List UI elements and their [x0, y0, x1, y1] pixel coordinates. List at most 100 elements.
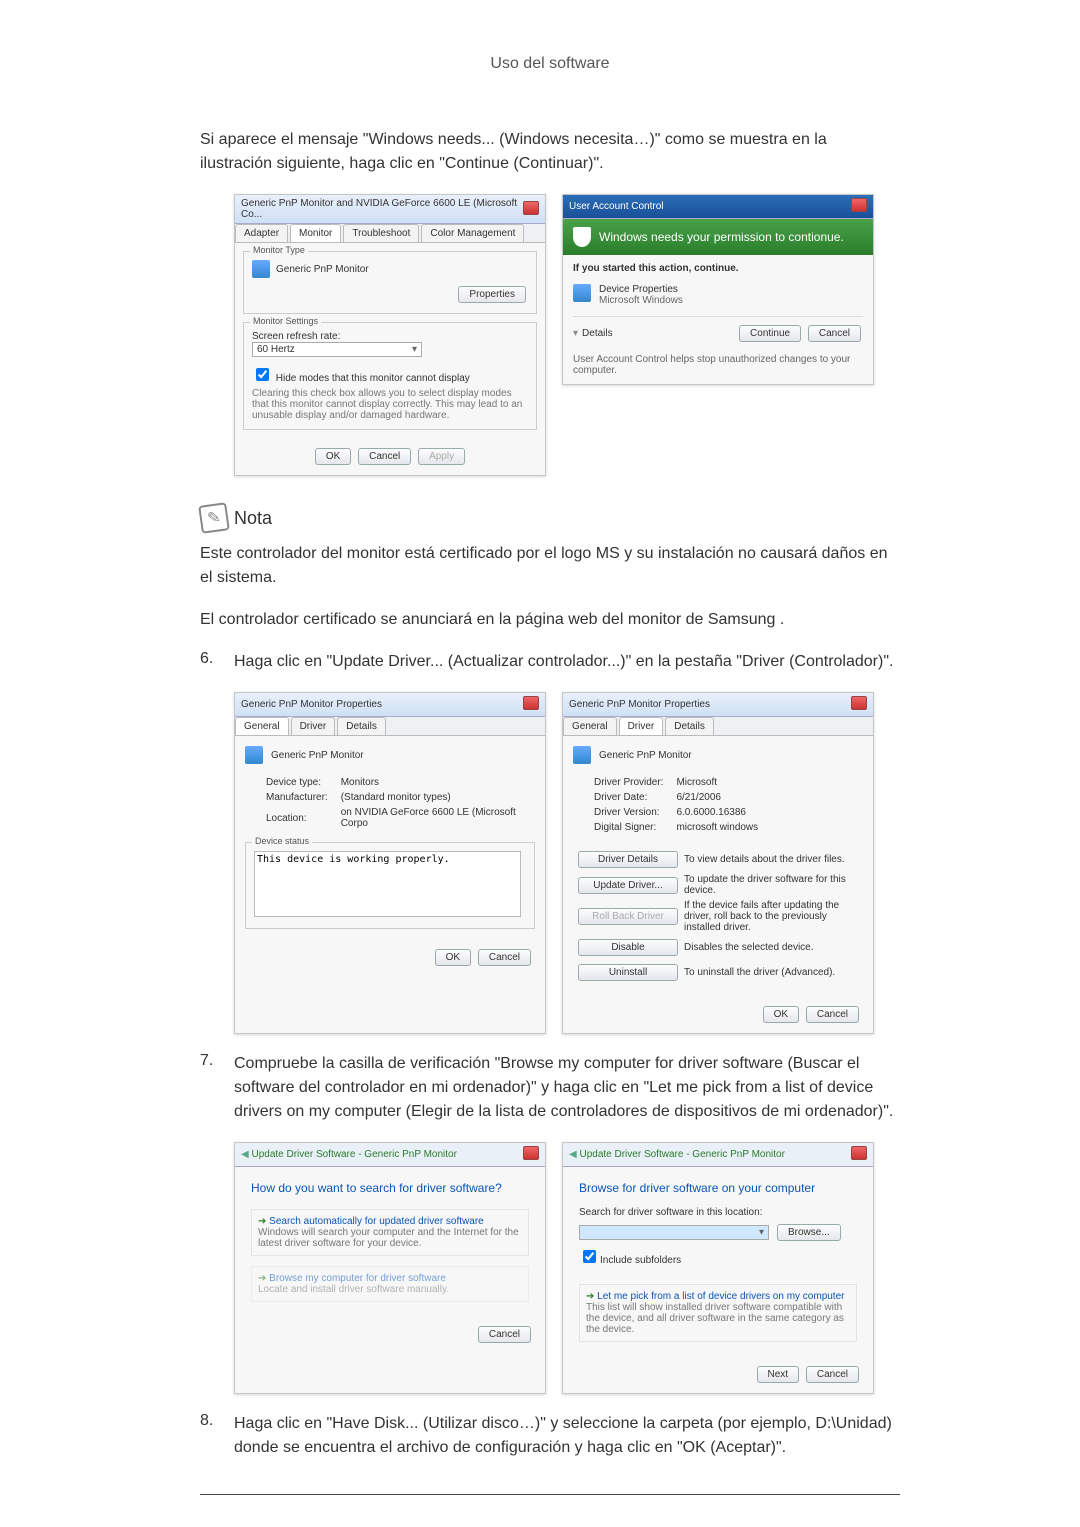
dialog-title: Generic PnP Monitor and NVIDIA GeForce 6… [241, 198, 521, 220]
wizard-heading: Browse for driver software on your compu… [579, 1181, 857, 1195]
option-title: Browse my computer for driver software [269, 1273, 446, 1284]
refresh-rate-select[interactable]: 60 Hertz [252, 342, 422, 357]
mfr-value: (Standard monitor types) [331, 791, 533, 804]
monitor-icon [252, 260, 270, 278]
option-pick-from-list[interactable]: ➔ Let me pick from a list of device driv… [579, 1284, 857, 1342]
tab-color-management[interactable]: Color Management [421, 224, 524, 242]
device-name: Generic PnP Monitor [599, 750, 692, 761]
cancel-button[interactable]: Cancel [358, 448, 411, 465]
tab-general[interactable]: General [235, 717, 289, 735]
tab-general[interactable]: General [563, 717, 617, 735]
cancel-button[interactable]: Cancel [808, 325, 861, 342]
dialog-titlebar: Generic PnP Monitor Properties [563, 693, 873, 717]
close-icon[interactable] [523, 1146, 539, 1160]
properties-general-dialog: Generic PnP Monitor Properties General D… [234, 692, 546, 1034]
hide-modes-checkbox[interactable] [256, 368, 269, 381]
back-icon[interactable]: ◀ [569, 1149, 577, 1160]
include-subfolders-checkbox[interactable] [583, 1250, 596, 1263]
monitor-icon [573, 746, 591, 764]
disable-button[interactable]: Disable [578, 939, 678, 956]
close-icon[interactable] [851, 1146, 867, 1160]
monitor-settings-group: Monitor Settings Screen refresh rate: 60… [243, 322, 537, 430]
dialog-tabs: General Driver Details [563, 717, 873, 736]
update-driver-desc: To update the driver software for this d… [683, 873, 861, 897]
option-title: Search automatically for updated driver … [269, 1216, 484, 1227]
hide-modes-desc: Clearing this check box allows you to se… [252, 388, 528, 421]
chevron-down-icon[interactable]: ▾ [573, 328, 578, 339]
dialog-title: Generic PnP Monitor Properties [241, 699, 382, 710]
figure-row-2: Generic PnP Monitor Properties General D… [234, 692, 900, 1034]
uac-item-sub: Microsoft Windows [599, 295, 683, 306]
location-select[interactable] [579, 1225, 769, 1240]
continue-button[interactable]: Continue [739, 325, 801, 342]
details-toggle[interactable]: Details [582, 328, 613, 339]
uac-headline: Windows needs your permission to contion… [599, 230, 844, 244]
monitor-properties-dialog: Generic PnP Monitor and NVIDIA GeForce 6… [234, 194, 546, 476]
ok-button[interactable]: OK [435, 949, 471, 966]
arrow-icon: ➔ [258, 1273, 269, 1284]
update-wizard-browse: ◀ Update Driver Software - Generic PnP M… [562, 1142, 874, 1394]
step-text: Compruebe la casilla de verificación "Br… [234, 1052, 900, 1124]
tab-troubleshoot[interactable]: Troubleshoot [343, 224, 419, 242]
tab-adapter[interactable]: Adapter [235, 224, 288, 242]
window-controls[interactable] [521, 201, 539, 218]
option-search-auto[interactable]: ➔ Search automatically for updated drive… [251, 1209, 529, 1256]
properties-button[interactable]: Properties [458, 286, 526, 303]
window-controls[interactable] [849, 696, 867, 713]
window-controls[interactable] [849, 198, 867, 215]
note-label: Nota [234, 508, 272, 529]
back-icon[interactable]: ◀ [241, 1149, 249, 1160]
uac-dialog: User Account Control Windows needs your … [562, 194, 874, 385]
loc-label: Location: [265, 806, 329, 830]
uninstall-button[interactable]: Uninstall [578, 964, 678, 981]
window-controls[interactable] [521, 1146, 539, 1163]
ok-button[interactable]: OK [315, 448, 351, 465]
close-icon[interactable] [851, 696, 867, 710]
next-button[interactable]: Next [757, 1366, 800, 1383]
close-icon[interactable] [523, 201, 539, 215]
tab-driver[interactable]: Driver [291, 717, 336, 735]
step-number: 8. [200, 1412, 234, 1460]
window-controls[interactable] [849, 1146, 867, 1163]
hide-modes-label: Hide modes that this monitor cannot disp… [276, 373, 470, 384]
option-browse[interactable]: ➔ Browse my computer for driver software… [251, 1266, 529, 1302]
tab-details[interactable]: Details [665, 717, 714, 735]
cancel-button[interactable]: Cancel [478, 949, 531, 966]
tab-driver[interactable]: Driver [619, 717, 664, 735]
update-driver-button[interactable]: Update Driver... [578, 877, 678, 894]
cancel-button[interactable]: Cancel [806, 1006, 859, 1023]
uac-title: User Account Control [569, 201, 664, 212]
uac-item-title: Device Properties [599, 284, 683, 295]
rollback-button[interactable]: Roll Back Driver [578, 908, 678, 925]
uac-headline-band: Windows needs your permission to contion… [563, 219, 873, 255]
driver-details-button[interactable]: Driver Details [578, 851, 678, 868]
window-controls[interactable] [521, 696, 539, 713]
tab-monitor[interactable]: Monitor [290, 224, 341, 242]
note-icon: ✎ [198, 502, 230, 534]
step-7: 7. Compruebe la casilla de verificación … [200, 1052, 900, 1124]
signer-value: microsoft windows [666, 821, 759, 834]
wizard-titlebar: ◀ Update Driver Software - Generic PnP M… [563, 1143, 873, 1167]
update-wizard-search: ◀ Update Driver Software - Generic PnP M… [234, 1142, 546, 1394]
option-title: Let me pick from a list of device driver… [597, 1291, 844, 1302]
close-icon[interactable] [523, 696, 539, 710]
close-icon[interactable] [851, 198, 867, 212]
driver-details-desc: To view details about the driver files. [683, 848, 861, 871]
location-label: Search for driver software in this locat… [579, 1207, 857, 1218]
rollback-desc: If the device fails after updating the d… [683, 899, 861, 934]
apply-button[interactable]: Apply [418, 448, 465, 465]
date-value: 6/21/2006 [666, 791, 759, 804]
devtype-value: Monitors [331, 776, 533, 789]
step-number: 7. [200, 1052, 234, 1124]
ok-button[interactable]: OK [763, 1006, 799, 1023]
cancel-button[interactable]: Cancel [806, 1366, 859, 1383]
tab-details[interactable]: Details [337, 717, 386, 735]
uac-footnote: User Account Control helps stop unauthor… [573, 354, 863, 376]
dialog-title: Generic PnP Monitor Properties [569, 699, 710, 710]
version-label: Driver Version: [593, 806, 664, 819]
provider-label: Driver Provider: [593, 776, 664, 789]
note-paragraph-2: El controlador certificado se anunciará … [200, 608, 900, 632]
device-name: Generic PnP Monitor [271, 750, 364, 761]
cancel-button[interactable]: Cancel [478, 1326, 531, 1343]
browse-button[interactable]: Browse... [777, 1224, 841, 1241]
